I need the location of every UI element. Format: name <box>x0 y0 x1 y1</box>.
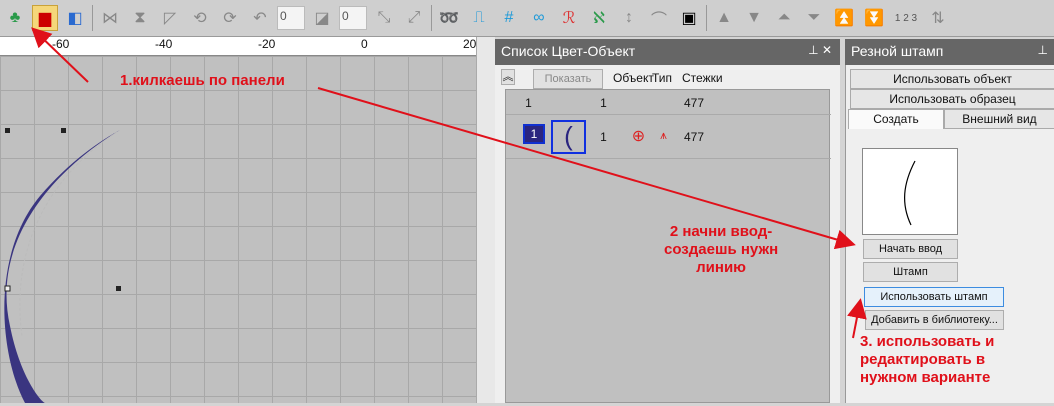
arrow-3 <box>847 298 867 339</box>
arrow-2 <box>317 87 856 250</box>
annotation-step1: 1.килкаешь по панели <box>120 72 285 89</box>
annotation-step2: 2 начни ввод- создаешь нужн линию <box>664 223 779 276</box>
arrow-1 <box>31 27 89 83</box>
annotation-step3: 3. использовать и редактировать в нужном… <box>860 333 995 386</box>
